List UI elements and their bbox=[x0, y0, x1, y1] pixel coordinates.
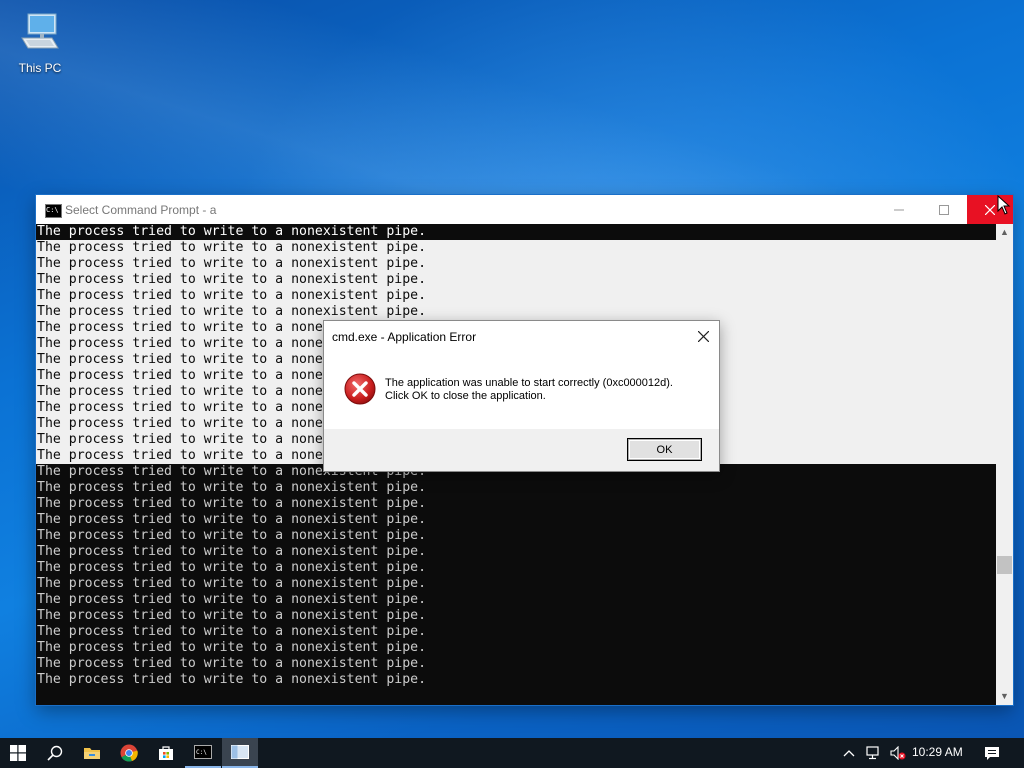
window-icon bbox=[231, 745, 249, 759]
close-icon bbox=[985, 204, 995, 215]
cmd-icon: C:\ bbox=[45, 204, 62, 218]
scrollbar-thumb[interactable] bbox=[997, 556, 1012, 574]
minimize-icon bbox=[894, 209, 904, 210]
desktop-icon-label: This PC bbox=[18, 61, 62, 75]
console-line: The process tried to write to a nonexist… bbox=[37, 560, 427, 575]
console-line: The process tried to write to a nonexist… bbox=[37, 224, 427, 239]
console-line: The process tried to write to a nonexist… bbox=[37, 608, 427, 623]
console-line: The process tried to write to a nonexist… bbox=[37, 240, 427, 255]
console-line: The process tried to write to a nonexist… bbox=[37, 576, 427, 591]
start-button[interactable] bbox=[0, 738, 36, 768]
chrome-icon bbox=[120, 744, 138, 762]
close-icon bbox=[697, 330, 709, 342]
dialog-close-button[interactable] bbox=[688, 321, 718, 351]
dialog-title: cmd.exe - Application Error bbox=[332, 330, 477, 344]
folder-icon bbox=[84, 748, 100, 759]
console-line: The process tried to write to a nonexist… bbox=[37, 496, 427, 511]
console-line: The process tried to write to a nonexist… bbox=[37, 544, 427, 559]
console-line: The process tried to write to a nonexist… bbox=[37, 272, 427, 287]
taskbar-file-explorer[interactable] bbox=[74, 738, 110, 768]
dialog-footer: OK bbox=[324, 429, 719, 471]
console-line: The process tried to write to a nonexist… bbox=[37, 512, 427, 527]
scroll-down-arrow-icon[interactable]: ▼ bbox=[996, 688, 1013, 705]
dialog-message: The application was unable to start corr… bbox=[385, 377, 673, 403]
show-hidden-icons-button[interactable] bbox=[836, 738, 862, 768]
vertical-scrollbar[interactable]: ▲ ▼ bbox=[996, 224, 1013, 705]
cmd-titlebar[interactable]: C:\ Select Command Prompt - a bbox=[36, 195, 1013, 224]
application-error-dialog[interactable]: cmd.exe - Application Error The applicat… bbox=[323, 320, 720, 472]
taskbar: C:\ 10:29 AM bbox=[0, 738, 1024, 768]
taskbar-app-window[interactable] bbox=[222, 738, 258, 768]
console-line: The process tried to write to a nonexist… bbox=[37, 656, 427, 671]
dialog-message-line1: The application was unable to start corr… bbox=[385, 377, 673, 389]
cmd-icon: C:\ bbox=[194, 745, 212, 759]
windows-logo-icon bbox=[10, 745, 26, 761]
console-line: The process tried to write to a nonexist… bbox=[37, 672, 427, 687]
desktop-icon-this-pc[interactable]: This PC bbox=[12, 8, 68, 75]
volume-muted-icon bbox=[890, 746, 906, 760]
console-line: The process tried to write to a nonexist… bbox=[37, 288, 427, 303]
taskbar-command-prompt[interactable]: C:\ bbox=[185, 738, 221, 768]
maximize-icon bbox=[939, 204, 949, 215]
volume-tray-button[interactable] bbox=[886, 738, 910, 768]
console-line: The process tried to write to a nonexist… bbox=[37, 256, 427, 271]
scroll-up-arrow-icon[interactable]: ▲ bbox=[996, 224, 1013, 241]
error-icon bbox=[344, 373, 376, 405]
ok-button[interactable]: OK bbox=[628, 439, 701, 460]
search-icon bbox=[47, 745, 63, 761]
maximize-button[interactable] bbox=[921, 195, 967, 224]
network-tray-button[interactable] bbox=[861, 738, 887, 768]
search-button[interactable] bbox=[37, 738, 73, 768]
console-line: The process tried to write to a nonexist… bbox=[37, 528, 427, 543]
taskbar-chrome[interactable] bbox=[111, 738, 147, 768]
store-icon bbox=[159, 746, 173, 760]
mouse-cursor-icon bbox=[997, 195, 1011, 215]
console-line: The process tried to write to a nonexist… bbox=[37, 480, 427, 495]
action-center-icon bbox=[985, 746, 999, 760]
dialog-message-line2: Click OK to close the application. bbox=[385, 390, 546, 402]
console-line: The process tried to write to a nonexist… bbox=[37, 592, 427, 607]
console-line: The process tried to write to a nonexist… bbox=[37, 304, 427, 319]
tray-clock[interactable]: 10:29 AM bbox=[912, 745, 963, 759]
action-center-button[interactable] bbox=[978, 738, 1006, 768]
network-icon bbox=[866, 746, 879, 760]
svg-text:C:\: C:\ bbox=[196, 749, 207, 756]
console-line: The process tried to write to a nonexist… bbox=[37, 624, 427, 639]
chevron-up-icon bbox=[843, 750, 855, 757]
cmd-window-title: Select Command Prompt - a bbox=[65, 203, 217, 217]
console-line: The process tried to write to a nonexist… bbox=[37, 640, 427, 655]
computer-icon bbox=[21, 13, 59, 49]
taskbar-store[interactable] bbox=[148, 738, 184, 768]
minimize-button[interactable] bbox=[876, 195, 922, 224]
